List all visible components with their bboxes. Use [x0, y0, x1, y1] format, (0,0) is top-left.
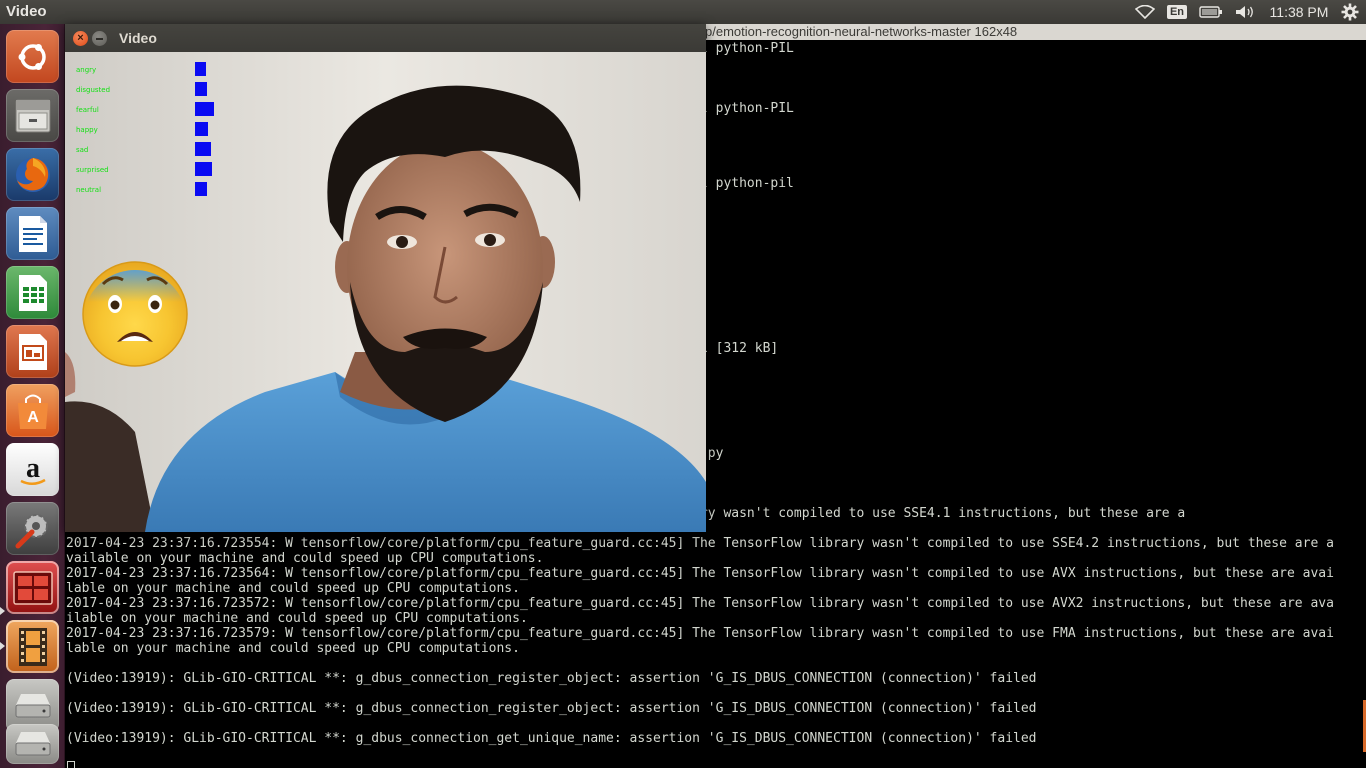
emotion-score-bar [195, 182, 207, 196]
keyboard-layout-label: En [1166, 5, 1188, 19]
terminal-line: (Video:13919): GLib-GIO-CRITICAL **: g_d… [66, 731, 1037, 746]
terminal-line: lable on your machine and could speed up… [66, 581, 520, 596]
volume-icon[interactable] [1233, 0, 1257, 24]
terminal-line: (Video:13919): GLib-GIO-CRITICAL **: g_d… [66, 671, 1037, 686]
wifi-icon[interactable] [1134, 0, 1156, 24]
file-cabinet-icon [15, 99, 50, 132]
launcher-libreoffice-impress[interactable] [6, 325, 59, 378]
minimize-button[interactable] [92, 31, 107, 46]
amazon-icon: a [19, 453, 46, 485]
hard-drive-icon [15, 693, 50, 717]
close-button[interactable]: × [73, 31, 88, 46]
clock[interactable]: 11:38 PM [1266, 0, 1332, 24]
writer-document-icon [18, 215, 47, 252]
emotion-label: surprised [76, 166, 109, 174]
launcher-system-settings[interactable] [6, 502, 59, 555]
launcher-drive-2[interactable] [6, 724, 59, 764]
launcher-video-app[interactable] [6, 620, 59, 673]
film-strip-icon [18, 627, 47, 666]
launcher-amazon[interactable]: a [6, 443, 59, 496]
terminal-line: 2017-04-23 23:37:16.723579: W tensorflow… [66, 626, 1334, 641]
keyboard-layout-indicator[interactable]: En [1166, 0, 1188, 24]
launcher-firefox[interactable] [6, 148, 59, 201]
clock-text: 11:38 PM [1269, 4, 1329, 20]
video-titlebar[interactable]: × Video [65, 24, 706, 52]
minimize-icon [96, 37, 103, 40]
emotion-label: disgusted [76, 86, 111, 94]
terminal-line: 2017-04-23 23:37:16.723564: W tensorflow… [66, 566, 1334, 581]
battery-icon[interactable] [1198, 0, 1224, 24]
impress-presentation-icon [18, 333, 47, 370]
calc-spreadsheet-icon [18, 274, 47, 311]
emotion-label: fearful [76, 106, 99, 114]
launcher-libreoffice-writer[interactable] [6, 207, 59, 260]
close-icon: × [77, 32, 84, 44]
terminal-line: 2017-04-23 23:37:16.723572: W tensorflow… [66, 596, 1334, 611]
terminal-line: lable on your machine and could speed up… [66, 641, 520, 656]
hard-drive-icon [15, 732, 50, 756]
emotion-label: happy [76, 126, 98, 134]
emotion-label: angry [76, 66, 97, 74]
webcam-frame: angry disgusted fearful happy sad surprised ne… [65, 52, 706, 532]
launcher-ubuntu-software[interactable]: A [6, 384, 59, 437]
emotion-score-bar [195, 142, 211, 156]
emotion-score-bar [195, 82, 207, 96]
emotion-score-bar [195, 62, 206, 76]
launcher-ubuntu-dash[interactable] [6, 30, 59, 83]
launcher-files[interactable] [6, 89, 59, 142]
shopping-bag-icon: A [17, 394, 48, 429]
terminal-line: (Video:13919): GLib-GIO-CRITICAL **: g_d… [66, 701, 1037, 716]
emotion-score-bar [195, 102, 214, 116]
emotion-label: neutral [76, 186, 102, 194]
screen-grid-icon [12, 570, 53, 605]
launcher-libreoffice-calc[interactable] [6, 266, 59, 319]
terminal-line: ilable on your machine and could speed u… [66, 611, 528, 626]
emotion-score-bar [195, 122, 208, 136]
launcher-terminal-app[interactable] [6, 561, 59, 614]
webcam-image [65, 52, 706, 532]
terminal-line: vailable on your machine and could speed… [66, 551, 544, 566]
ubuntu-logo-icon [18, 43, 46, 70]
emotion-label: sad [76, 146, 89, 154]
video-window-title: Video [119, 30, 157, 46]
terminal-line: 2017-04-23 23:37:16.723554: W tensorflow… [66, 536, 1334, 551]
firefox-icon [15, 157, 50, 192]
wrench-gear-icon [15, 513, 48, 548]
svg-text:A: A [27, 409, 39, 426]
running-indicator [0, 642, 5, 650]
gear-icon[interactable] [1338, 0, 1362, 24]
emotion-score-bar [195, 162, 212, 176]
video-window[interactable]: × Video angry disgusted fearful happy sa… [65, 24, 706, 532]
terminal-cursor [67, 761, 75, 768]
terminal-title: p/emotion-recognition-neural-networks-ma… [705, 24, 1018, 39]
svg-text:a: a [26, 453, 40, 484]
top-panel: Video En 11:38 PM [0, 0, 1366, 24]
launcher: A a [0, 24, 65, 768]
active-app-title: Video [6, 3, 47, 20]
running-indicator [0, 607, 5, 615]
